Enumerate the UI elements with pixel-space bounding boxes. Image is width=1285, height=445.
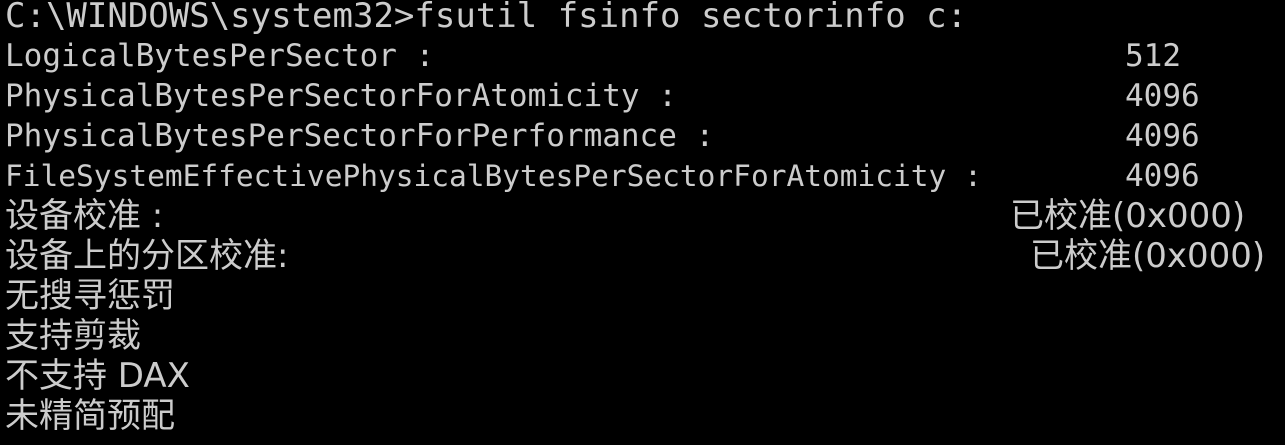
output-label: LogicalBytesPerSector : <box>5 38 435 74</box>
output-line-seek-penalty: 无搜寻惩罚 <box>5 276 175 316</box>
output-label: 设备上的分区校准: <box>5 236 289 276</box>
output-line-trim: 支持剪裁 <box>5 316 141 356</box>
output-value-physical-atomicity: 4096 <box>1125 78 1200 114</box>
output-label: PhysicalBytesPerSectorForPerformance : <box>5 118 715 154</box>
output-line-logical-bytes: LogicalBytesPerSector : <box>5 36 434 76</box>
output-line-partition-alignment: 设备上的分区校准: <box>5 236 288 276</box>
command-line: C:\WINDOWS\system32>fsutil fsinfo sector… <box>5 0 967 36</box>
output-line-thin-provisioning: 未精简预配 <box>5 396 175 436</box>
output-label: 设备校准 : <box>5 196 164 236</box>
output-label: 未精简预配 <box>5 396 175 436</box>
console-window[interactable]: C:\WINDOWS\system32>fsutil fsinfo sector… <box>0 0 1285 445</box>
output-label: 不支持 DAX <box>5 356 190 396</box>
output-line-physical-atomicity: PhysicalBytesPerSectorForAtomicity : <box>5 76 677 116</box>
output-line-fs-effective-atomicity: FileSystemEffectivePhysicalBytesPerSecto… <box>5 156 982 196</box>
prompt-path: C:\WINDOWS\system32> <box>5 0 415 36</box>
output-value-partition-alignment: 已校准(0x000) <box>1030 236 1266 276</box>
output-value-device-alignment: 已校准(0x000) <box>1010 196 1246 236</box>
output-line-device-alignment: 设备校准 : <box>5 196 163 236</box>
output-label: FileSystemEffectivePhysicalBytesPerSecto… <box>5 159 982 193</box>
output-label: PhysicalBytesPerSectorForAtomicity : <box>5 78 677 114</box>
command-input[interactable]: fsutil fsinfo sectorinfo c: <box>414 0 967 36</box>
output-value-physical-performance: 4096 <box>1125 118 1200 154</box>
output-line-physical-performance: PhysicalBytesPerSectorForPerformance : <box>5 116 714 156</box>
output-value-fs-effective-atomicity: 4096 <box>1125 158 1200 194</box>
output-label: 无搜寻惩罚 <box>5 276 175 316</box>
output-line-dax: 不支持 DAX <box>5 356 190 396</box>
output-label: 支持剪裁 <box>5 316 141 356</box>
output-value-logical-bytes: 512 <box>1125 38 1181 74</box>
